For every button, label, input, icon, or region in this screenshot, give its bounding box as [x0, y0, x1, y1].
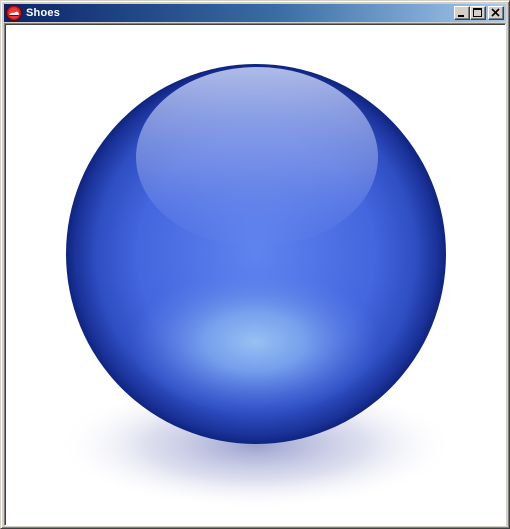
maximize-icon — [473, 8, 482, 17]
glass-sphere-drawing — [56, 64, 456, 510]
minimize-icon — [458, 15, 464, 17]
sphere-highlight — [136, 67, 378, 247]
close-icon — [491, 8, 500, 17]
sphere-inner-glow — [130, 270, 380, 414]
shoes-app-icon — [6, 5, 22, 21]
minimize-button[interactable] — [454, 6, 470, 20]
caption-buttons — [454, 6, 504, 20]
canvas-area — [4, 23, 506, 526]
window-title: Shoes — [26, 7, 61, 19]
maximize-button[interactable] — [470, 6, 486, 20]
app-window: Shoes — [0, 0, 510, 529]
title-bar[interactable]: Shoes — [4, 4, 506, 22]
close-button[interactable] — [488, 6, 504, 20]
